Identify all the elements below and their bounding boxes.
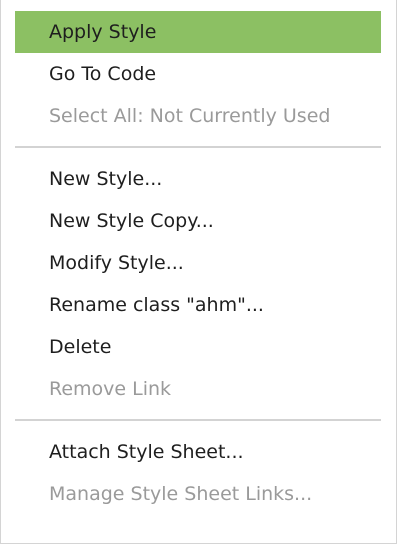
menu-item-rename-class[interactable]: Rename class "ahm"... (15, 284, 381, 326)
menu-item-remove-link: Remove Link (49, 378, 172, 400)
menu-separator (15, 419, 381, 421)
menu-separator (15, 146, 381, 148)
menu-item-manage-style-sheet-links: Manage Style Sheet Links... (49, 483, 313, 505)
menu-item-new-style-copy[interactable]: New Style Copy... (15, 200, 381, 242)
menu-item-attach-style-sheet[interactable]: Attach Style Sheet... (15, 431, 381, 473)
menu-item-new-style[interactable]: New Style... (15, 158, 381, 200)
menu-item-go-to-code[interactable]: Go To Code (15, 53, 381, 95)
menu-item-apply-style[interactable]: Apply Style (15, 11, 381, 53)
context-menu: Apply Style Go To Code Select All: Not C… (0, 0, 397, 544)
menu-item-select-all: Select All: Not Currently Used (49, 105, 331, 127)
menu-item-delete[interactable]: Delete (15, 326, 381, 368)
menu-item-modify-style[interactable]: Modify Style... (15, 242, 381, 284)
